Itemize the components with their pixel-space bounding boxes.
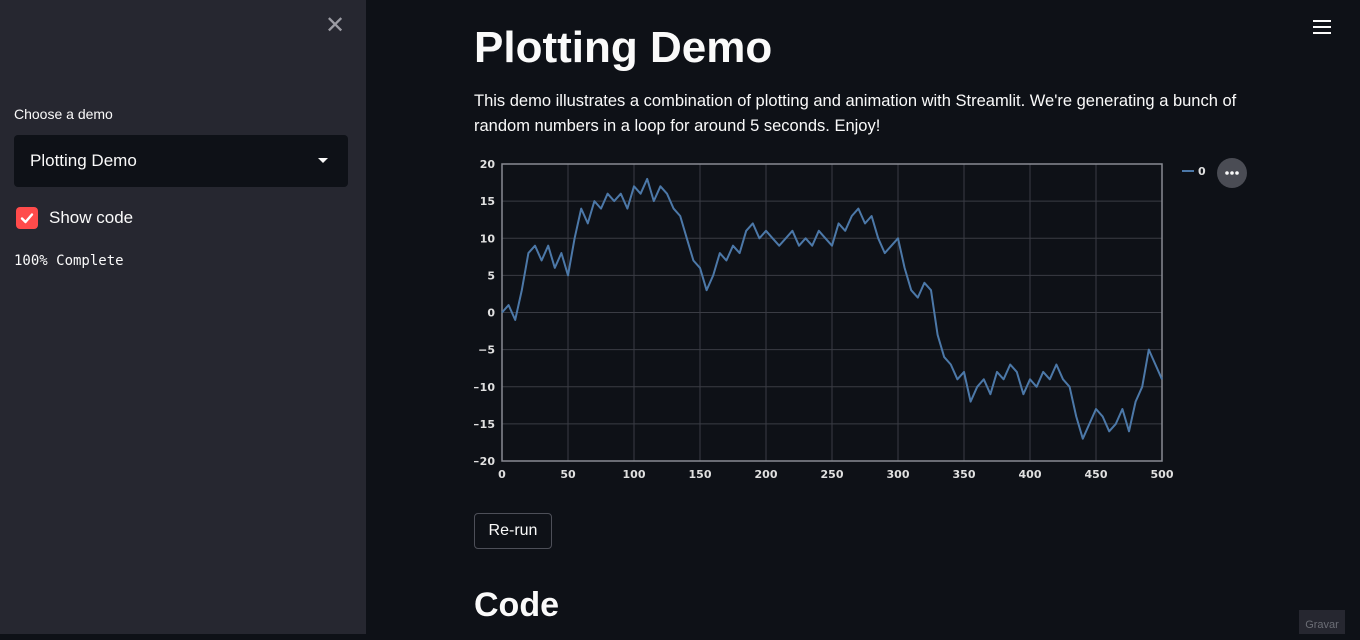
close-icon[interactable]: ✕ (323, 12, 347, 40)
x-tick-label: 50 (560, 468, 576, 481)
legend-label: 0 (1198, 165, 1206, 178)
more-options-icon[interactable] (1217, 158, 1247, 188)
y-tick-label: −20 (474, 455, 495, 468)
x-tick-label: 200 (755, 468, 778, 481)
code-heading: Code (474, 586, 559, 624)
y-tick-label: 0 (487, 307, 495, 320)
y-tick-label: 20 (480, 158, 496, 171)
x-tick-label: 300 (887, 468, 910, 481)
show-code-label: Show code (49, 208, 134, 227)
demo-select-value: Plotting Demo (30, 151, 137, 170)
record-badge[interactable]: Gravar (1299, 610, 1345, 634)
x-tick-label: 350 (953, 468, 976, 481)
y-tick-label: −10 (474, 381, 495, 394)
choose-demo-label: Choose a demo (14, 106, 113, 122)
y-tick-label: −15 (474, 418, 495, 431)
y-tick-label: −5 (478, 344, 495, 357)
chevron-down-icon (318, 158, 328, 163)
progress-status-text: 100% Complete (14, 253, 124, 269)
line-chart: 0 50 100 150 200 250 300 350 400 450 500 −20 −15 −10−… (470, 155, 1274, 485)
sidebar: ✕ Choose a demo Plotting Demo Show code … (0, 0, 366, 634)
chart-svg: 0 50 100 150 200 250 300 350 400 450 500−20−15−10−… (470, 158, 1247, 481)
x-tick-label: 100 (623, 468, 646, 481)
x-tick-label: 250 (821, 468, 844, 481)
y-tick-label: 10 (480, 232, 496, 245)
x-tick-label: 450 (1085, 468, 1108, 481)
x-tick-label: 150 (689, 468, 712, 481)
x-tick-label: 400 (1019, 468, 1042, 481)
show-code-checkbox[interactable] (16, 207, 38, 229)
rerun-button[interactable]: Re-run (474, 513, 552, 549)
demo-select[interactable]: Plotting Demo (14, 135, 348, 187)
page-title: Plotting Demo (474, 23, 773, 72)
page-description: This demo illustrates a combination of p… (474, 92, 1237, 135)
y-tick-label: 15 (480, 195, 495, 208)
y-tick-label: 5 (487, 269, 495, 282)
x-tick-label: 500 (1151, 468, 1174, 481)
x-tick-label: 0 (498, 468, 506, 481)
hamburger-menu-icon[interactable] (1313, 20, 1331, 34)
checkmark-icon (20, 213, 34, 224)
